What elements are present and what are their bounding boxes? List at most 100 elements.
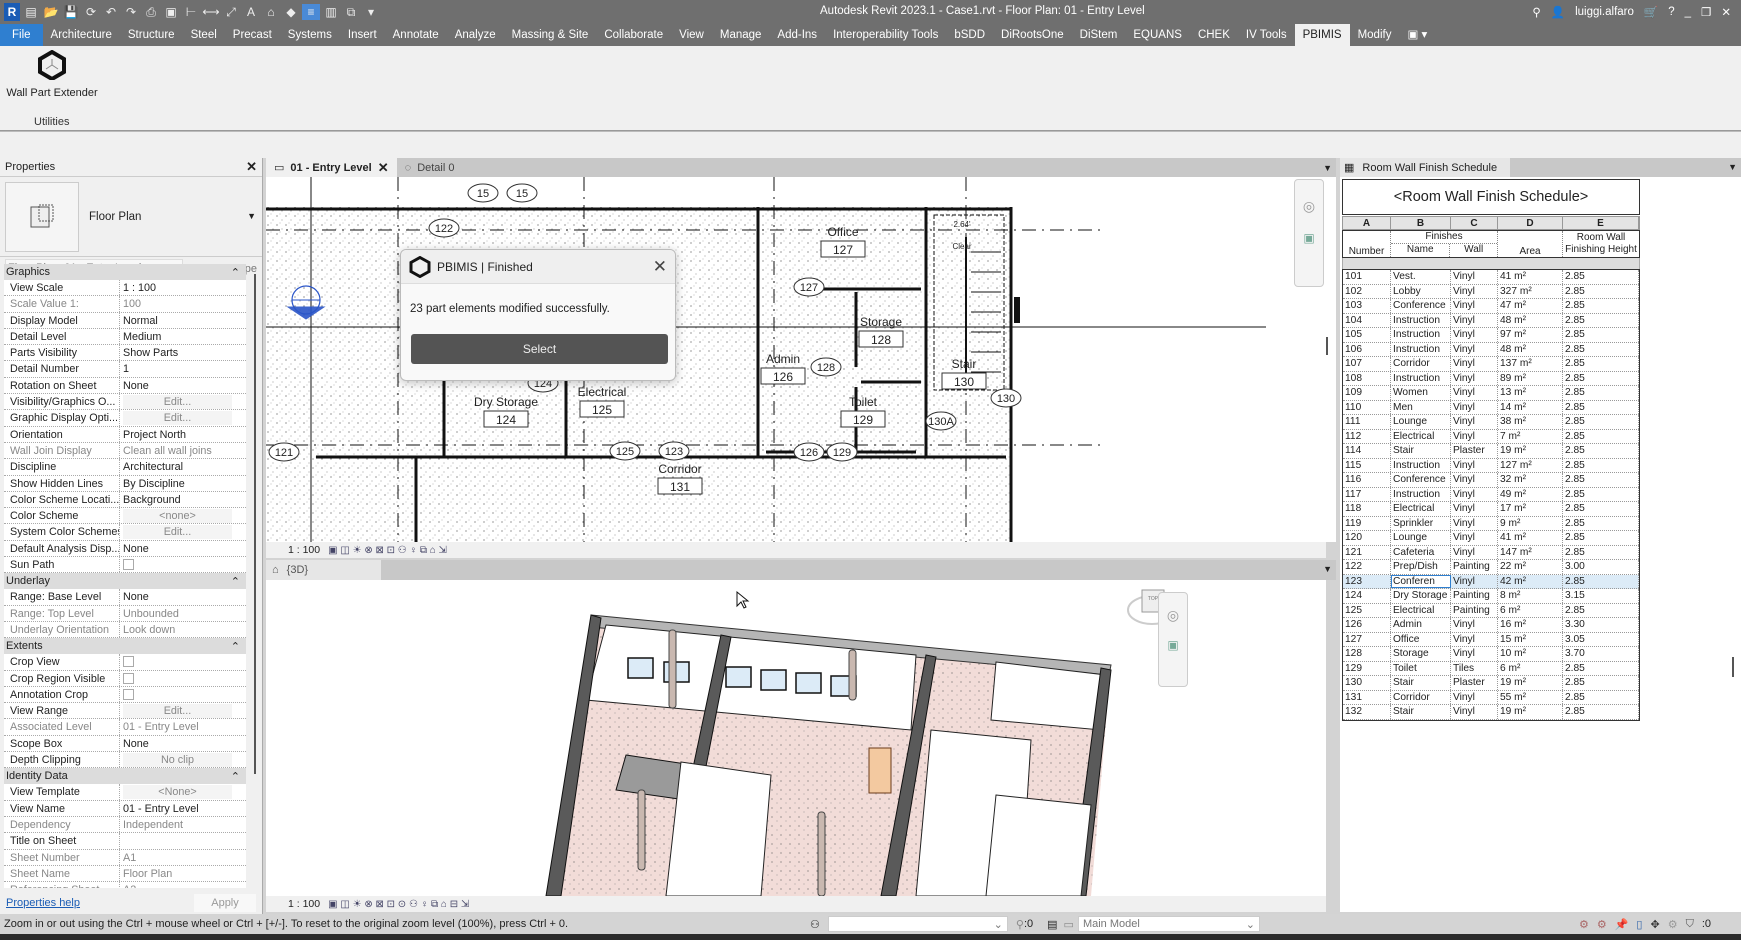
schedule-cell[interactable]: 38 m² <box>1498 415 1563 429</box>
schedule-cell[interactable]: 13 m² <box>1498 386 1563 400</box>
schedule-cell[interactable]: 120 <box>1343 531 1391 545</box>
schedule-cell[interactable]: 127 <box>1343 632 1391 646</box>
schedule-cell[interactable]: 89 m² <box>1498 371 1563 385</box>
property-value[interactable]: Edit... <box>120 703 246 719</box>
property-value[interactable]: Edit... <box>120 410 246 426</box>
property-value[interactable]: Normal <box>120 313 246 328</box>
restore-button[interactable]: ❐ <box>1701 5 1711 19</box>
schedule-cell[interactable]: Instruction <box>1391 487 1451 501</box>
schedule-cell[interactable]: 17 m² <box>1498 502 1563 516</box>
schedule-cell[interactable]: Admin <box>1391 618 1451 632</box>
header-area[interactable]: Area <box>1498 231 1563 257</box>
schedule-cell[interactable]: Storage <box>1391 647 1451 661</box>
property-value[interactable]: Background <box>120 492 246 507</box>
section-icon[interactable]: ◆ <box>282 4 300 20</box>
column-letter[interactable]: E <box>1563 217 1639 229</box>
ribbon-display-toggle-icon[interactable]: ▣ ▾ <box>1399 24 1435 46</box>
schedule-cell[interactable]: Women <box>1391 386 1451 400</box>
help-icon[interactable]: ? <box>1668 6 1674 18</box>
schedule-cell[interactable]: Corridor <box>1391 357 1451 371</box>
schedule-row[interactable]: 118 Electrical Vinyl 17 m² 2.85 <box>1343 502 1639 517</box>
property-value[interactable]: 01 - Entry Level <box>120 801 246 816</box>
steering-wheel-icon[interactable]: ◎ <box>1159 607 1187 624</box>
schedule-cell[interactable]: 42 m² <box>1498 574 1563 588</box>
header-wall[interactable]: Wall <box>1450 244 1497 257</box>
schedule-cell[interactable]: Vinyl <box>1451 516 1498 530</box>
schedule-cell[interactable]: 129 <box>1343 661 1391 675</box>
close-tab-icon[interactable]: ✕ <box>378 160 389 176</box>
schedule-cell[interactable]: 2.85 <box>1563 705 1639 719</box>
active-only-icon[interactable]: ▭ <box>1064 918 1074 931</box>
schedule-cell[interactable]: 2.85 <box>1563 444 1639 458</box>
schedule-row[interactable]: 127 Office Vinyl 15 m² 3.05 <box>1343 632 1639 647</box>
schedule-cell[interactable]: 19 m² <box>1498 444 1563 458</box>
schedule-cell[interactable]: 48 m² <box>1498 342 1563 356</box>
schedule-cell[interactable]: Dry Storage <box>1391 589 1451 603</box>
schedule-cell[interactable]: 121 <box>1343 545 1391 559</box>
schedule-cell[interactable]: 15 m² <box>1498 632 1563 646</box>
property-value[interactable]: Edit... <box>120 524 246 540</box>
schedule-cell[interactable]: Corridor <box>1391 690 1451 704</box>
property-value[interactable]: 1 <box>120 361 246 376</box>
schedule-cell[interactable]: 2.85 <box>1563 299 1639 313</box>
binoculars-icon[interactable]: ⚲ <box>1532 5 1540 19</box>
schedule-cell[interactable]: 2.85 <box>1563 415 1639 429</box>
edit-button[interactable]: No clip <box>123 753 232 768</box>
schedule-cell[interactable]: Stair <box>1391 444 1451 458</box>
tab-insert[interactable]: Insert <box>340 24 385 46</box>
schedule-cell[interactable]: 130 <box>1343 676 1391 690</box>
schedule-cell[interactable]: 3.00 <box>1563 560 1639 574</box>
schedule-cell[interactable]: 2.85 <box>1563 676 1639 690</box>
schedule-cell[interactable]: 2.85 <box>1563 357 1639 371</box>
property-value[interactable]: None <box>120 378 246 393</box>
schedule-cell[interactable]: 2.85 <box>1563 603 1639 617</box>
schedule-cell[interactable]: Vinyl <box>1451 618 1498 632</box>
tab-room-wall-finish-schedule[interactable]: ▦ Room Wall Finish Schedule <box>1340 158 1510 177</box>
view-menu-icon[interactable]: ▼ <box>1728 162 1737 172</box>
schedule-row[interactable]: 132 Stair Vinyl 19 m² 2.85 <box>1343 705 1639 720</box>
undo-icon[interactable]: ↶ <box>102 4 120 20</box>
schedule-row[interactable]: 116 Conference Vinyl 32 m² 2.85 <box>1343 473 1639 488</box>
select-links-icon[interactable]: ⚙ <box>1579 918 1589 931</box>
schedule-row[interactable]: 111 Lounge Vinyl 38 m² 2.85 <box>1343 415 1639 430</box>
collapse-icon[interactable]: ⌃ <box>231 266 240 279</box>
property-value[interactable] <box>120 671 246 686</box>
schedule-row[interactable]: 130 Stair Plaster 19 m² 2.85 <box>1343 676 1639 691</box>
schedule-cell[interactable]: 131 <box>1343 690 1391 704</box>
schedule-cell[interactable]: 126 <box>1343 618 1391 632</box>
schedule-cell[interactable]: Vinyl <box>1451 690 1498 704</box>
schedule-cell[interactable]: 104 <box>1343 313 1391 327</box>
schedule-cell[interactable]: Vinyl <box>1451 299 1498 313</box>
tab-massing-site[interactable]: Massing & Site <box>504 24 597 46</box>
schedule-cell[interactable]: 22 m² <box>1498 560 1563 574</box>
schedule-cell[interactable]: Vinyl <box>1451 545 1498 559</box>
schedule-cell[interactable]: 2.85 <box>1563 429 1639 443</box>
schedule-cell[interactable]: Vinyl <box>1451 386 1498 400</box>
schedule-cell[interactable]: Conference <box>1391 299 1451 313</box>
property-value[interactable]: Show Parts <box>120 345 246 360</box>
schedule-cell[interactable]: 16 m² <box>1498 618 1563 632</box>
schedule-cell[interactable]: 103 <box>1343 299 1391 313</box>
switch-windows-icon[interactable]: ⧉ <box>342 4 360 20</box>
schedule-cell[interactable]: Plaster <box>1451 676 1498 690</box>
schedule-cell[interactable]: 105 <box>1343 328 1391 342</box>
header-number[interactable]: Number <box>1343 231 1391 257</box>
design-option-dropdown[interactable]: Main Model ⌄ <box>1077 916 1260 932</box>
property-value[interactable] <box>120 557 246 572</box>
property-value[interactable] <box>120 833 246 848</box>
schedule-cell[interactable]: 32 m² <box>1498 473 1563 487</box>
tab-manage[interactable]: Manage <box>712 24 770 46</box>
schedule-row[interactable]: 121 Cafeteria Vinyl 147 m² 2.85 <box>1343 545 1639 560</box>
schedule-cell[interactable]: 3.15 <box>1563 589 1639 603</box>
schedule-cell[interactable]: 19 m² <box>1498 676 1563 690</box>
checkbox[interactable] <box>123 656 134 668</box>
properties-scrollbar[interactable] <box>251 264 259 888</box>
tab-systems[interactable]: Systems <box>280 24 340 46</box>
schedule-cell[interactable]: 106 <box>1343 342 1391 356</box>
schedule-cell[interactable]: 2.85 <box>1563 386 1639 400</box>
select-button[interactable]: Select <box>411 334 668 364</box>
schedule-cell[interactable]: Vinyl <box>1451 502 1498 516</box>
3d-scale[interactable]: 1 : 100 <box>288 898 320 910</box>
navigation-bar-3d[interactable]: ◎ ▣ <box>1158 592 1188 687</box>
tab-precast[interactable]: Precast <box>225 24 280 46</box>
